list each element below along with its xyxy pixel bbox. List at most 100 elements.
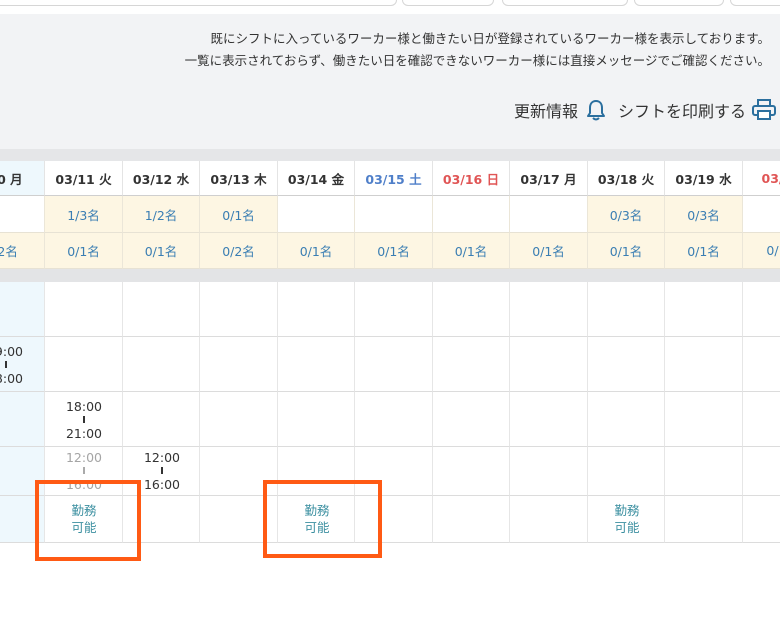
count-cell[interactable] [0,196,45,233]
shift-cell[interactable] [510,282,588,337]
shift-cell[interactable] [665,282,743,337]
shift-cell[interactable] [743,447,780,496]
count-cell[interactable]: 0/ [743,233,780,269]
count-cell[interactable]: 0/1名 [200,196,278,233]
count-cell[interactable]: 0/2名 [200,233,278,269]
day-header: 03/19 水 [665,161,743,196]
count-cell[interactable]: 0/1名 [510,233,588,269]
top-button-3[interactable] [634,0,724,6]
day-header: 03/14 金 [278,161,355,196]
shift-cell[interactable] [278,337,355,392]
shift-cell[interactable] [45,282,123,337]
highlight-box-2 [263,480,382,558]
shift-cell[interactable] [278,282,355,337]
shift-cell[interactable] [588,282,665,337]
printer-icon[interactable] [752,98,776,122]
shift-cell[interactable] [433,392,510,447]
shift-partial-end: 8:00 [0,371,23,386]
top-button-2[interactable] [502,0,628,6]
shift-cell[interactable] [743,282,780,337]
shift-cell[interactable] [743,337,780,392]
count-cell[interactable] [278,196,355,233]
day-header: 10 月 [0,161,45,196]
notice-line-2: 一覧に表示されておらず、働きたい日を確認できないワーカー様には直接メッセージでご… [184,53,770,68]
print-shift-link[interactable]: シフトを印刷する [618,98,746,122]
shift-0311-b-start: 12:00 [65,450,103,465]
count-cell[interactable] [743,196,780,233]
shift-cell[interactable] [355,337,433,392]
shift-cell[interactable] [510,337,588,392]
header-actions: 更新情報 シフトを印刷する [514,98,776,122]
count-cell[interactable]: 0/1名 [123,233,200,269]
shift-0312-start: 12:00 [143,450,181,465]
shift-cell[interactable] [433,337,510,392]
day-header: 03/15 土 [355,161,433,196]
shift-partial-start: 9:00 [0,344,23,359]
shift-cell[interactable] [355,282,433,337]
notice-line-1: 既にシフトに入っているワーカー様と働きたい日が登録されているワーカー様を表示して… [210,31,770,46]
count-cell[interactable]: 0/1名 [665,233,743,269]
day-header: 03/ [743,161,780,196]
shift-cell[interactable] [355,392,433,447]
shift-0311-b-tick [83,467,85,474]
top-input[interactable] [0,0,397,6]
shift-cell[interactable] [45,337,123,392]
shift-cell[interactable] [200,337,278,392]
available-label[interactable]: 勤務 可能 [588,502,666,536]
shift-partial-tick [5,361,7,368]
shift-cell[interactable] [278,392,355,447]
shift-cell[interactable] [433,496,510,543]
day-header: 03/11 火 [45,161,123,196]
shift-cell[interactable] [433,282,510,337]
day-header: 03/16 日 [433,161,510,196]
section-divider [0,269,780,282]
count-cell[interactable]: /2名 [0,233,45,269]
shift-cell[interactable] [433,447,510,496]
shift-cell[interactable] [0,282,45,337]
shift-cell[interactable] [510,496,588,543]
table-top-bar [0,149,780,161]
count-cell[interactable]: 0/1名 [433,233,510,269]
top-button-1[interactable] [402,0,494,6]
shift-cell[interactable] [123,392,200,447]
count-cell[interactable]: 0/1名 [355,233,433,269]
shift-cell[interactable] [665,392,743,447]
shift-cell[interactable] [665,447,743,496]
shift-cell[interactable] [0,392,45,447]
day-header: 03/12 水 [123,161,200,196]
shift-0311-end: 21:00 [65,426,103,441]
shift-cell[interactable] [743,496,780,543]
count-cell[interactable]: 0/3名 [665,196,743,233]
shift-cell[interactable] [588,447,665,496]
shift-cell[interactable] [123,282,200,337]
count-cell[interactable] [433,196,510,233]
shift-cell[interactable] [588,392,665,447]
highlight-box-1 [35,480,141,561]
shift-0311-start: 18:00 [65,399,103,414]
day-header: 03/17 月 [510,161,588,196]
count-cell[interactable]: 1/2名 [123,196,200,233]
shift-cell[interactable] [200,282,278,337]
count-cell[interactable]: 0/1名 [588,233,665,269]
shift-cell[interactable] [200,392,278,447]
shift-0311-tick [83,416,85,423]
shift-cell[interactable] [510,447,588,496]
shift-cell[interactable] [743,392,780,447]
shift-cell[interactable] [665,337,743,392]
shift-cell[interactable] [510,392,588,447]
count-cell[interactable] [510,196,588,233]
day-header: 03/18 火 [588,161,665,196]
count-cell[interactable]: 0/3名 [588,196,665,233]
shift-cell[interactable] [588,337,665,392]
day-header: 03/13 木 [200,161,278,196]
bell-icon[interactable] [584,98,608,122]
shift-0312-tick [161,467,163,474]
count-cell[interactable] [355,196,433,233]
count-cell[interactable]: 0/1名 [278,233,355,269]
count-cell[interactable]: 0/1名 [45,233,123,269]
shift-cell[interactable] [123,337,200,392]
top-button-4[interactable] [730,0,780,6]
update-info-link[interactable]: 更新情報 [514,98,578,122]
shift-cell[interactable] [665,496,743,543]
count-cell[interactable]: 1/3名 [45,196,123,233]
